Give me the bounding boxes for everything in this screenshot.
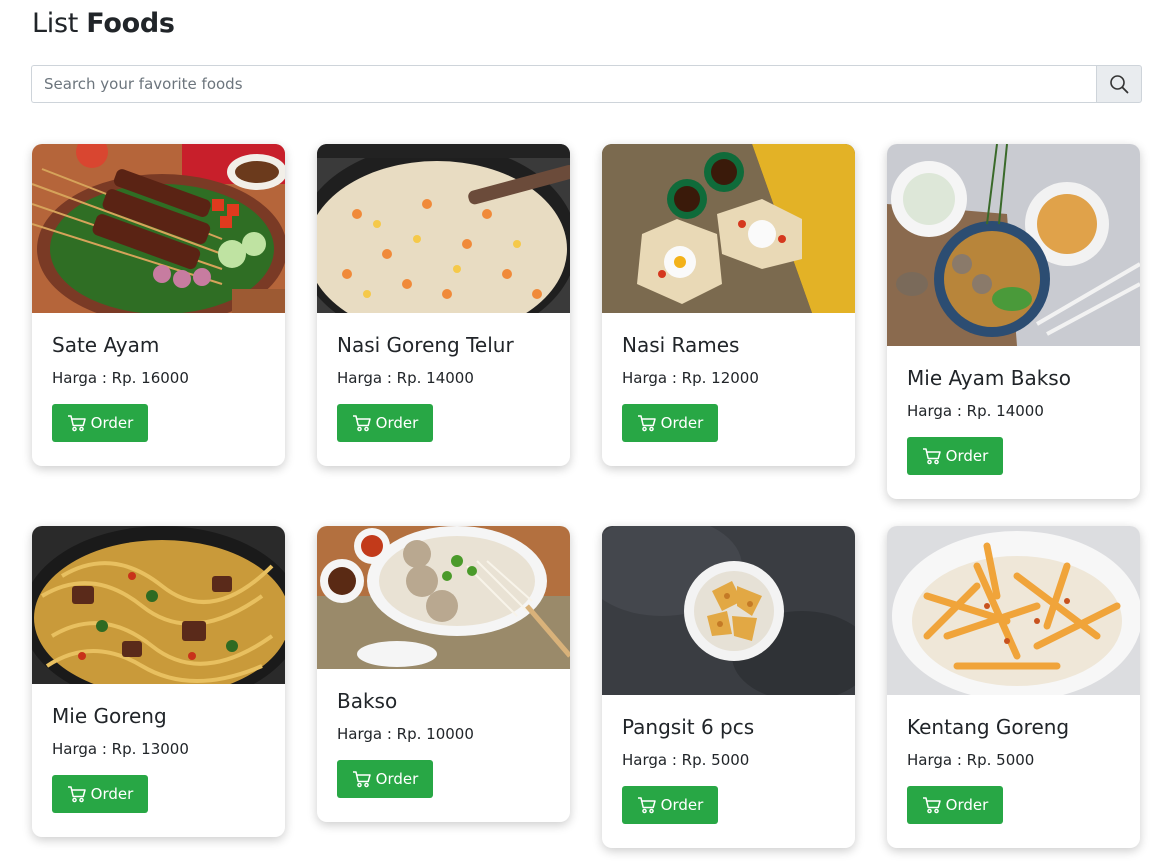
food-image [32, 144, 285, 313]
food-card: Sate Ayam Harga : Rp. 16000 Order [32, 144, 285, 466]
food-image [32, 526, 285, 684]
cart-icon [922, 797, 941, 814]
food-price: Harga : Rp. 14000 [337, 369, 474, 387]
food-name: Bakso [337, 689, 398, 713]
title-light: List [32, 8, 78, 39]
title-bold: Foods [86, 8, 175, 39]
cart-icon [637, 415, 656, 432]
food-image [887, 526, 1140, 695]
food-card: Kentang Goreng Harga : Rp. 5000 Order [887, 526, 1140, 848]
food-name: Sate Ayam [52, 333, 160, 357]
order-label: Order [945, 447, 989, 465]
food-image [602, 526, 855, 695]
order-label: Order [660, 414, 704, 432]
food-name: Kentang Goreng [907, 715, 1070, 739]
order-label: Order [660, 796, 704, 814]
food-name: Nasi Rames [622, 333, 740, 357]
food-image [602, 144, 855, 313]
food-name: Mie Ayam Bakso [907, 366, 1071, 390]
order-button[interactable]: Order [622, 786, 718, 824]
order-label: Order [945, 796, 989, 814]
order-label: Order [375, 770, 419, 788]
cart-icon [67, 786, 86, 803]
search-button[interactable] [1096, 65, 1142, 103]
food-name: Nasi Goreng Telur [337, 333, 514, 357]
cart-icon [352, 771, 371, 788]
food-card: Nasi Rames Harga : Rp. 12000 Order [602, 144, 855, 466]
order-button[interactable]: Order [52, 404, 148, 442]
food-price: Harga : Rp. 13000 [52, 740, 189, 758]
food-card: Mie Ayam Bakso Harga : Rp. 14000 Order [887, 144, 1140, 499]
food-price: Harga : Rp. 16000 [52, 369, 189, 387]
cart-icon [352, 415, 371, 432]
food-card: Nasi Goreng Telur Harga : Rp. 14000 Orde… [317, 144, 570, 466]
food-price: Harga : Rp. 5000 [907, 751, 1035, 769]
cart-icon [922, 448, 941, 465]
order-button[interactable]: Order [907, 786, 1003, 824]
food-price: Harga : Rp. 14000 [907, 402, 1044, 420]
food-price: Harga : Rp. 12000 [622, 369, 759, 387]
food-image [317, 526, 570, 669]
cart-icon [67, 415, 86, 432]
food-price: Harga : Rp. 10000 [337, 725, 474, 743]
food-name: Pangsit 6 pcs [622, 715, 755, 739]
order-button[interactable]: Order [52, 775, 148, 813]
order-button[interactable]: Order [907, 437, 1003, 475]
food-price: Harga : Rp. 5000 [622, 751, 750, 769]
food-card: Pangsit 6 pcs Harga : Rp. 5000 Order [602, 526, 855, 848]
page-title: List Foods [32, 8, 175, 39]
order-label: Order [90, 785, 134, 803]
order-label: Order [90, 414, 134, 432]
cart-icon [637, 797, 656, 814]
food-card: Mie Goreng Harga : Rp. 13000 Order [32, 526, 285, 837]
food-image [887, 144, 1140, 346]
order-button[interactable]: Order [337, 404, 433, 442]
order-button[interactable]: Order [622, 404, 718, 442]
order-button[interactable]: Order [337, 760, 433, 798]
search-bar [31, 65, 1142, 103]
food-image [317, 144, 570, 313]
search-icon [1110, 75, 1129, 94]
order-label: Order [375, 414, 419, 432]
search-input[interactable] [31, 65, 1096, 103]
food-card: Bakso Harga : Rp. 10000 Order [317, 526, 570, 822]
food-name: Mie Goreng [52, 704, 167, 728]
